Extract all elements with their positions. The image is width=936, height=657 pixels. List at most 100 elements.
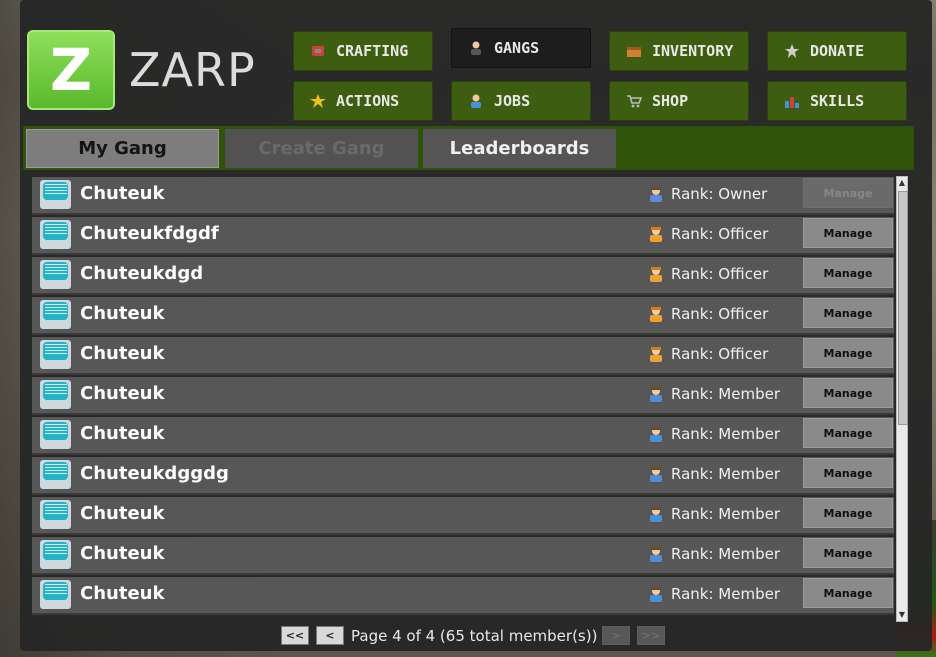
tab-my-gang[interactable]: My Gang	[26, 129, 219, 168]
member-avatar	[40, 180, 71, 209]
member-rank-label: Rank: Officer	[671, 305, 769, 323]
member-avatar	[40, 500, 71, 529]
nav-label: JOBS	[494, 92, 531, 110]
scroll-up-arrow-icon[interactable]: ▲	[897, 177, 907, 189]
manage-member-button[interactable]: Manage	[803, 498, 893, 528]
member-rank: Rank: Member	[648, 425, 780, 443]
nav-label: INVENTORY	[652, 42, 734, 60]
member-rank: Rank: Officer	[648, 225, 768, 243]
member-rank: Rank: Officer	[648, 265, 768, 283]
gang-tabs: My Gang Create Gang Leaderboards	[23, 126, 914, 170]
tab-leaderboards[interactable]: Leaderboards	[423, 129, 616, 168]
logo-badge: Z	[27, 30, 115, 110]
member-rank-label: Rank: Officer	[671, 225, 769, 243]
member-row: Chuteukdgd Rank: Officer Manage	[32, 257, 894, 295]
nav-jobs-button[interactable]: JOBS	[451, 81, 591, 121]
page-info: Page 4 of 4 (65 total member(s))	[351, 627, 598, 645]
first-page-button[interactable]: <<	[281, 626, 309, 645]
manage-member-button[interactable]: Manage	[803, 178, 893, 208]
member-name: Chuteukfdgdf	[80, 223, 219, 244]
previous-page-button[interactable]: <	[316, 626, 344, 645]
manage-member-button[interactable]: Manage	[803, 298, 893, 328]
nav-inventory-button[interactable]: INVENTORY	[609, 31, 749, 71]
member-rank-icon	[648, 466, 664, 482]
pagination: << < Page 4 of 4 (65 total member(s)) > …	[0, 626, 936, 648]
member-rank-label: Rank: Member	[671, 385, 780, 403]
officer-rank-icon	[648, 306, 664, 322]
manage-member-button[interactable]: Manage	[803, 538, 893, 568]
nav-donate-button[interactable]: DONATE	[767, 31, 907, 71]
donate-icon	[784, 44, 800, 58]
member-list-scrollbar[interactable]: ▲ ▼	[896, 176, 908, 622]
member-row: Chuteuk Rank: Officer Manage	[32, 297, 894, 335]
officer-rank-icon	[648, 346, 664, 362]
member-name: Chuteuk	[80, 183, 165, 204]
member-name: Chuteuk	[80, 383, 165, 404]
member-rank: Rank: Officer	[648, 345, 768, 363]
member-name: Chuteuk	[80, 303, 165, 324]
member-rank-label: Rank: Member	[671, 465, 780, 483]
member-rank-label: Rank: Member	[671, 505, 780, 523]
member-rank-icon	[648, 426, 664, 442]
member-name: Chuteuk	[80, 423, 165, 444]
tab-create-gang[interactable]: Create Gang	[225, 129, 418, 168]
member-rank-icon	[648, 386, 664, 402]
member-name: Chuteukdgd	[80, 263, 204, 284]
cart-icon	[626, 94, 643, 108]
chart-icon	[784, 94, 800, 108]
member-avatar	[40, 340, 71, 369]
nav-gangs-button[interactable]: GANGS	[451, 28, 591, 68]
member-name: Chuteuk	[80, 503, 165, 524]
gangs-icon	[468, 41, 484, 55]
manage-member-button[interactable]: Manage	[803, 338, 893, 368]
manage-member-button[interactable]: Manage	[803, 458, 893, 488]
member-rank: Rank: Member	[648, 385, 780, 403]
inventory-icon	[626, 44, 642, 58]
member-rank-label: Rank: Officer	[671, 345, 769, 363]
next-page-button[interactable]: >	[602, 626, 630, 645]
member-rank-label: Rank: Member	[671, 585, 780, 603]
member-avatar	[40, 420, 71, 449]
nav-label: ACTIONS	[336, 92, 400, 110]
member-name: Chuteukdggdg	[80, 463, 229, 484]
scroll-thumb[interactable]	[898, 191, 908, 425]
member-name: Chuteuk	[80, 343, 165, 364]
nav-label: SHOP	[652, 92, 689, 110]
member-name: Chuteuk	[80, 543, 165, 564]
member-list: Chuteuk Rank: Owner Manage Chuteukfdgdf Rank…	[32, 175, 896, 620]
member-row: Chuteuk Rank: Member Manage	[32, 417, 894, 455]
manage-member-button[interactable]: Manage	[803, 218, 893, 248]
nav-actions-button[interactable]: ACTIONS	[293, 81, 433, 121]
owner-rank-icon	[648, 186, 664, 202]
member-avatar	[40, 300, 71, 329]
member-row: Chuteukfdgdf Rank: Officer Manage	[32, 217, 894, 255]
scroll-down-arrow-icon[interactable]: ▼	[897, 609, 907, 621]
officer-rank-icon	[648, 226, 664, 242]
member-row: Chuteuk Rank: Officer Manage	[32, 337, 894, 375]
member-rank-icon	[648, 546, 664, 562]
nav-skills-button[interactable]: SKILLS	[767, 81, 907, 121]
manage-member-button[interactable]: Manage	[803, 378, 893, 408]
member-row: Chuteuk Rank: Owner Manage	[32, 177, 894, 215]
nav-label: GANGS	[494, 39, 540, 57]
last-page-button[interactable]: >>	[637, 626, 665, 645]
nav-shop-button[interactable]: SHOP	[609, 81, 749, 121]
zarp-logo: Z ZARP	[27, 30, 256, 110]
member-rank: Rank: Member	[648, 465, 780, 483]
manage-member-button[interactable]: Manage	[803, 258, 893, 288]
member-rank-label: Rank: Owner	[671, 185, 768, 203]
member-rank-label: Rank: Officer	[671, 265, 769, 283]
nav-label: DONATE	[810, 42, 865, 60]
member-avatar	[40, 220, 71, 249]
member-rank: Rank: Owner	[648, 185, 767, 203]
member-row: Chuteuk Rank: Member Manage	[32, 537, 894, 575]
member-avatar	[40, 580, 71, 609]
member-row: Chuteuk Rank: Member Manage	[32, 577, 894, 615]
member-rank: Rank: Member	[648, 545, 780, 563]
member-rank: Rank: Member	[648, 585, 780, 603]
nav-crafting-button[interactable]: CRAFTING	[293, 31, 433, 71]
member-rank: Rank: Member	[648, 505, 780, 523]
manage-member-button[interactable]: Manage	[803, 578, 893, 608]
officer-rank-icon	[648, 266, 664, 282]
manage-member-button[interactable]: Manage	[803, 418, 893, 448]
